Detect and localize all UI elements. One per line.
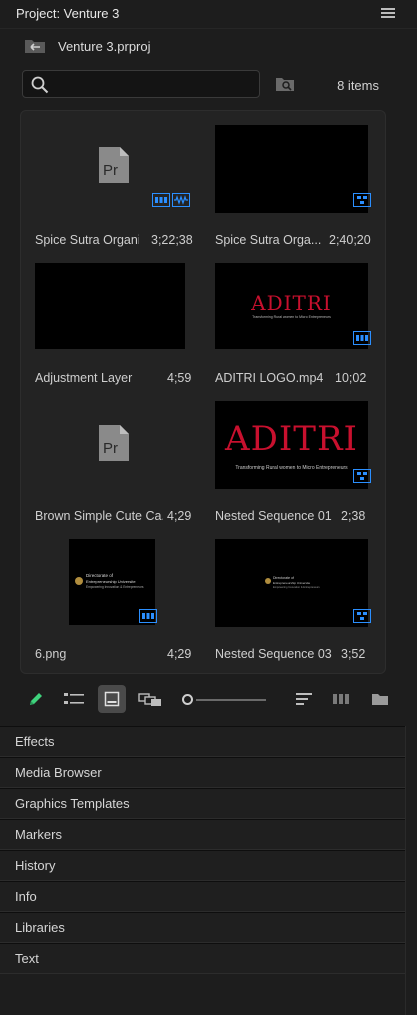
pr-glyph: Pr	[103, 162, 118, 179]
media-tile[interactable]: ADITRI Transforming Rural women to Micro…	[209, 259, 375, 389]
tile-duration: 3;22;38	[151, 233, 193, 247]
zoom-slider-track[interactable]	[196, 699, 266, 701]
tile-name: Nested Sequence 01	[215, 509, 332, 523]
media-tile[interactable]: Spice Sutra Orga... 2;40;20	[209, 121, 375, 251]
media-tile[interactable]: Adjustment Layer 4;59	[27, 259, 193, 389]
panel-title[interactable]: Project: Venture 3	[16, 6, 119, 21]
new-bin-icon[interactable]	[366, 685, 394, 713]
tile-duration: 4;29	[167, 647, 192, 661]
search-icon	[31, 76, 49, 94]
media-grid: Pr Spice Sutra Organi... 3;22;38 Spice S…	[20, 110, 386, 674]
tile-name: 6.png	[35, 647, 67, 661]
sequence-badge-icon	[353, 193, 371, 207]
sequence-badge-icon	[353, 609, 371, 623]
media-tile[interactable]: Pr Spice Sutra Organi... 3;22;38	[27, 121, 193, 251]
panel-libraries[interactable]: Libraries	[0, 912, 407, 943]
sequence-thumbnail: ADITRI Transforming Rural women to Micro…	[215, 401, 368, 489]
emblem-icon	[265, 578, 271, 584]
panel-graphics-templates[interactable]: Graphics Templates	[0, 788, 407, 819]
zoom-slider[interactable]	[182, 694, 266, 706]
emblem-icon	[75, 577, 83, 585]
icon-view-icon[interactable]	[98, 685, 126, 713]
video-badge-icon	[152, 193, 170, 207]
media-tile[interactable]: Pr Brown Simple Cute Ca... 4;29	[27, 397, 193, 527]
tile-duration: 4;59	[167, 371, 192, 385]
folder-up-icon[interactable]	[24, 38, 46, 54]
adjustment-thumbnail	[35, 263, 185, 349]
tile-name: Spice Sutra Organi...	[35, 233, 139, 247]
aditri-logo-text: ADITRI	[251, 291, 332, 315]
panel-list: Effects Media Browser Graphics Templates…	[0, 726, 417, 974]
tile-name: Nested Sequence 03	[215, 647, 332, 661]
panel-info[interactable]: Info	[0, 881, 407, 912]
seq-text-2: Entrepreneurship Universite	[273, 581, 311, 585]
project-panel-header: Project: Venture 3	[0, 0, 417, 28]
image-text-3: Empowering Innovation & Entrepreneurs	[86, 585, 144, 589]
hamburger-icon[interactable]	[381, 6, 395, 20]
image-text-1: Directorate of	[86, 573, 114, 578]
zoom-slider-knob[interactable]	[182, 694, 193, 705]
freeform-view-icon[interactable]	[136, 685, 164, 713]
tile-duration: 2;38	[341, 509, 366, 523]
list-view-icon[interactable]	[60, 685, 88, 713]
seq-text-3: Empowering Innovation & Entrepreneurs	[273, 586, 320, 589]
item-count: 8 items	[337, 78, 379, 93]
sort-icon[interactable]	[290, 685, 318, 713]
video-badge-icon	[353, 331, 371, 345]
tile-name: Spice Sutra Orga...	[215, 233, 322, 247]
panel-history[interactable]: History	[0, 850, 407, 881]
media-tile[interactable]: Directorate of Entrepreneurship Universi…	[27, 535, 193, 665]
project-toolbar	[0, 682, 417, 716]
project-file-name: Venture 3.prproj	[58, 39, 151, 54]
image-text-2: Entrepreneurship Universite	[86, 579, 136, 584]
panel-media-browser[interactable]: Media Browser	[0, 757, 407, 788]
pr-glyph: Pr	[103, 440, 118, 457]
seq-text-1: Directorate of	[273, 576, 295, 580]
search-input[interactable]	[55, 75, 253, 93]
aditri-logo-text: ADITRI	[225, 419, 358, 459]
aditri-tagline: Transforming Rural women to Micro Entrep…	[235, 465, 348, 471]
panel-effects[interactable]: Effects	[0, 726, 407, 757]
sequence-thumbnail: Directorate of Entrepreneurship Universi…	[215, 539, 368, 627]
panel-markers[interactable]: Markers	[0, 819, 407, 850]
media-tile[interactable]: Directorate of Entrepreneurship Universi…	[209, 535, 375, 665]
tile-duration: 2;40;20	[329, 233, 371, 247]
tile-name: ADITRI LOGO.mp4	[215, 371, 324, 385]
sequence-badge-icon	[353, 469, 371, 483]
tile-duration: 4;29	[167, 509, 192, 523]
audio-badge-icon	[172, 193, 190, 207]
pencil-icon[interactable]	[22, 685, 50, 713]
automate-to-sequence-icon[interactable]	[328, 685, 356, 713]
premiere-file-icon: Pr	[99, 147, 129, 183]
tile-name: Brown Simple Cute Ca...	[35, 509, 163, 523]
aditri-tagline: Transforming Rural women to Micro Entrep…	[252, 315, 331, 319]
header-divider	[0, 28, 417, 29]
video-thumbnail: ADITRI Transforming Rural women to Micro…	[215, 263, 368, 349]
panel-scroll-edge	[405, 726, 417, 1015]
sequence-thumbnail	[215, 125, 368, 213]
tile-duration: 10;02	[335, 371, 367, 385]
tile-duration: 3;52	[341, 647, 366, 661]
search-field[interactable]	[22, 70, 260, 98]
media-tile[interactable]: ADITRI Transforming Rural women to Micro…	[209, 397, 375, 527]
premiere-file-icon: Pr	[99, 425, 129, 461]
find-in-bin-icon[interactable]	[276, 76, 294, 92]
panel-text[interactable]: Text	[0, 943, 407, 974]
tile-name: Adjustment Layer	[35, 371, 133, 385]
image-badge-icon	[139, 609, 157, 623]
